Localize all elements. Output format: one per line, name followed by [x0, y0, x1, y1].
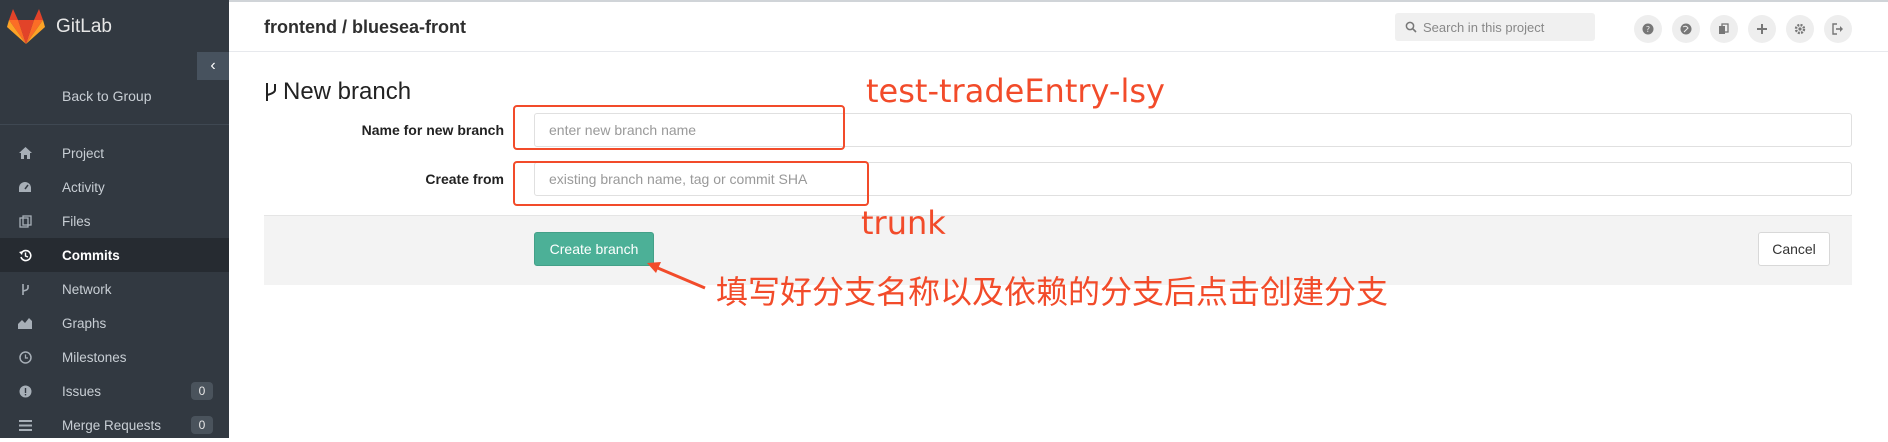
sidebar-item-label: Files	[62, 213, 91, 229]
sidebar-item-label: Commits	[62, 247, 120, 263]
dashboard-icon	[18, 180, 32, 194]
sidebar-item-label: Milestones	[62, 349, 127, 365]
top-header: frontend / bluesea-front Search in this …	[229, 0, 1888, 52]
history-icon	[18, 248, 32, 262]
annotation-branch-name-hint: test-tradeEntry-lsy	[866, 72, 1165, 110]
sidebar-item-label: Network	[62, 281, 112, 297]
sidebar-item-files[interactable]: Files	[0, 204, 229, 238]
sidebar-item-milestones[interactable]: Milestones	[0, 340, 229, 374]
new-project-icon[interactable]	[1748, 15, 1776, 43]
sidebar-item-label: Graphs	[62, 315, 107, 331]
clock-icon	[18, 350, 32, 364]
annotation-instruction: 填写好分支名称以及依赖的分支后点击创建分支	[716, 273, 1389, 311]
annotation-create-from-hint: trunk	[861, 204, 946, 242]
sidebar-item-network[interactable]: Network	[0, 272, 229, 306]
files-icon	[18, 214, 32, 228]
snippets-icon[interactable]	[1710, 15, 1738, 43]
sign-out-icon[interactable]	[1824, 15, 1852, 43]
sidebar-item-label: Activity	[62, 179, 105, 195]
create-from-label: Create from	[425, 171, 504, 187]
sidebar-item-activity[interactable]: Activity	[0, 170, 229, 204]
svg-text:?: ?	[1646, 25, 1650, 34]
sidebar-item-merge-requests[interactable]: Merge Requests 0	[0, 408, 229, 442]
search-box[interactable]: Search in this project	[1395, 13, 1595, 41]
sidebar-nav: Project Activity Files Commits Network G…	[0, 136, 229, 442]
sidebar: GitLab ‹ Back to Group Project Activity …	[0, 0, 229, 438]
list-icon	[18, 418, 32, 432]
sidebar-header: GitLab	[0, 0, 229, 54]
search-input[interactable]: Search in this project	[1423, 20, 1544, 35]
settings-icon[interactable]	[1786, 15, 1814, 43]
annotation-arrow-icon	[647, 262, 706, 290]
header-icon-group: ?	[1634, 15, 1852, 43]
breadcrumb[interactable]: frontend / bluesea-front	[264, 17, 466, 38]
sidebar-item-issues[interactable]: Issues 0	[0, 374, 229, 408]
sidebar-item-project[interactable]: Project	[0, 136, 229, 170]
merge-requests-count-badge: 0	[191, 416, 213, 434]
page-title-text: New branch	[283, 78, 412, 105]
branch-icon	[18, 282, 32, 296]
chevron-left-icon: ‹	[210, 57, 216, 74]
gitlab-logo-icon[interactable]	[6, 8, 46, 46]
annotation-box-branch-name	[513, 105, 845, 150]
page-title: New branch	[263, 78, 411, 106]
sidebar-item-graphs[interactable]: Graphs	[0, 306, 229, 340]
issues-count-badge: 0	[191, 382, 213, 400]
sidebar-divider	[0, 124, 229, 125]
home-icon	[18, 146, 32, 160]
branch-icon	[266, 83, 276, 101]
back-to-group-link[interactable]: Back to Group	[62, 88, 152, 104]
help-icon[interactable]: ?	[1634, 15, 1662, 43]
sidebar-item-label: Project	[62, 145, 105, 161]
create-branch-button[interactable]: Create branch	[534, 232, 654, 266]
collapse-sidebar-button[interactable]: ‹	[197, 52, 229, 80]
explore-icon[interactable]	[1672, 15, 1700, 43]
branch-name-label: Name for new branch	[361, 122, 504, 138]
search-icon	[1405, 21, 1417, 33]
sidebar-item-label: Merge Requests	[62, 417, 162, 433]
cancel-button[interactable]: Cancel	[1758, 232, 1830, 266]
graph-icon	[18, 316, 32, 330]
exclamation-icon	[18, 384, 32, 398]
annotation-box-create-from	[513, 161, 869, 206]
app-name[interactable]: GitLab	[56, 16, 112, 38]
sidebar-item-commits[interactable]: Commits	[0, 238, 229, 272]
sidebar-item-label: Issues	[62, 383, 102, 399]
